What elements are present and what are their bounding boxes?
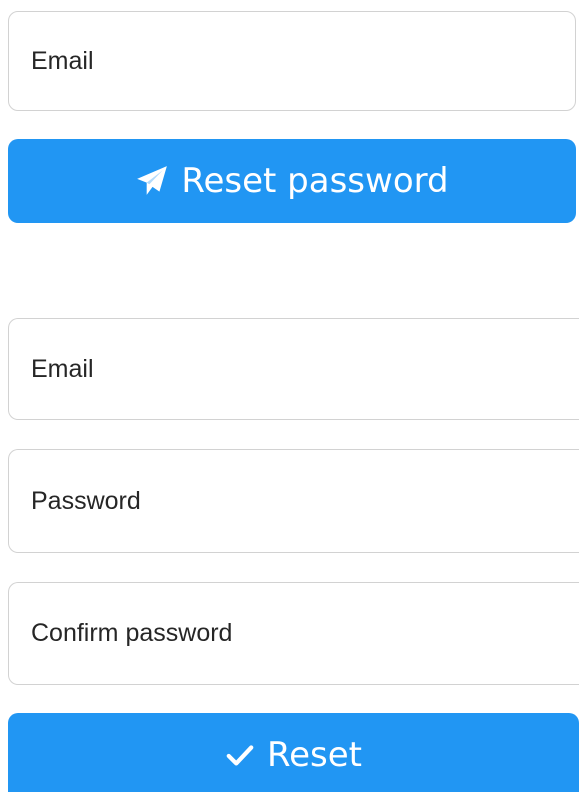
password-reset-page: Reset password Reset <box>0 0 579 792</box>
reset-email-input[interactable] <box>8 318 579 420</box>
reset-password-label: Reset password <box>181 161 449 201</box>
reset-label: Reset <box>267 735 362 775</box>
reset-button[interactable]: Reset <box>8 713 579 792</box>
reset-password-button[interactable]: Reset password <box>8 139 576 223</box>
request-email-input[interactable] <box>8 11 576 111</box>
check-icon <box>225 740 255 770</box>
paper-plane-icon <box>135 164 169 198</box>
confirm-password-input[interactable] <box>8 582 579 685</box>
password-input[interactable] <box>8 449 579 553</box>
